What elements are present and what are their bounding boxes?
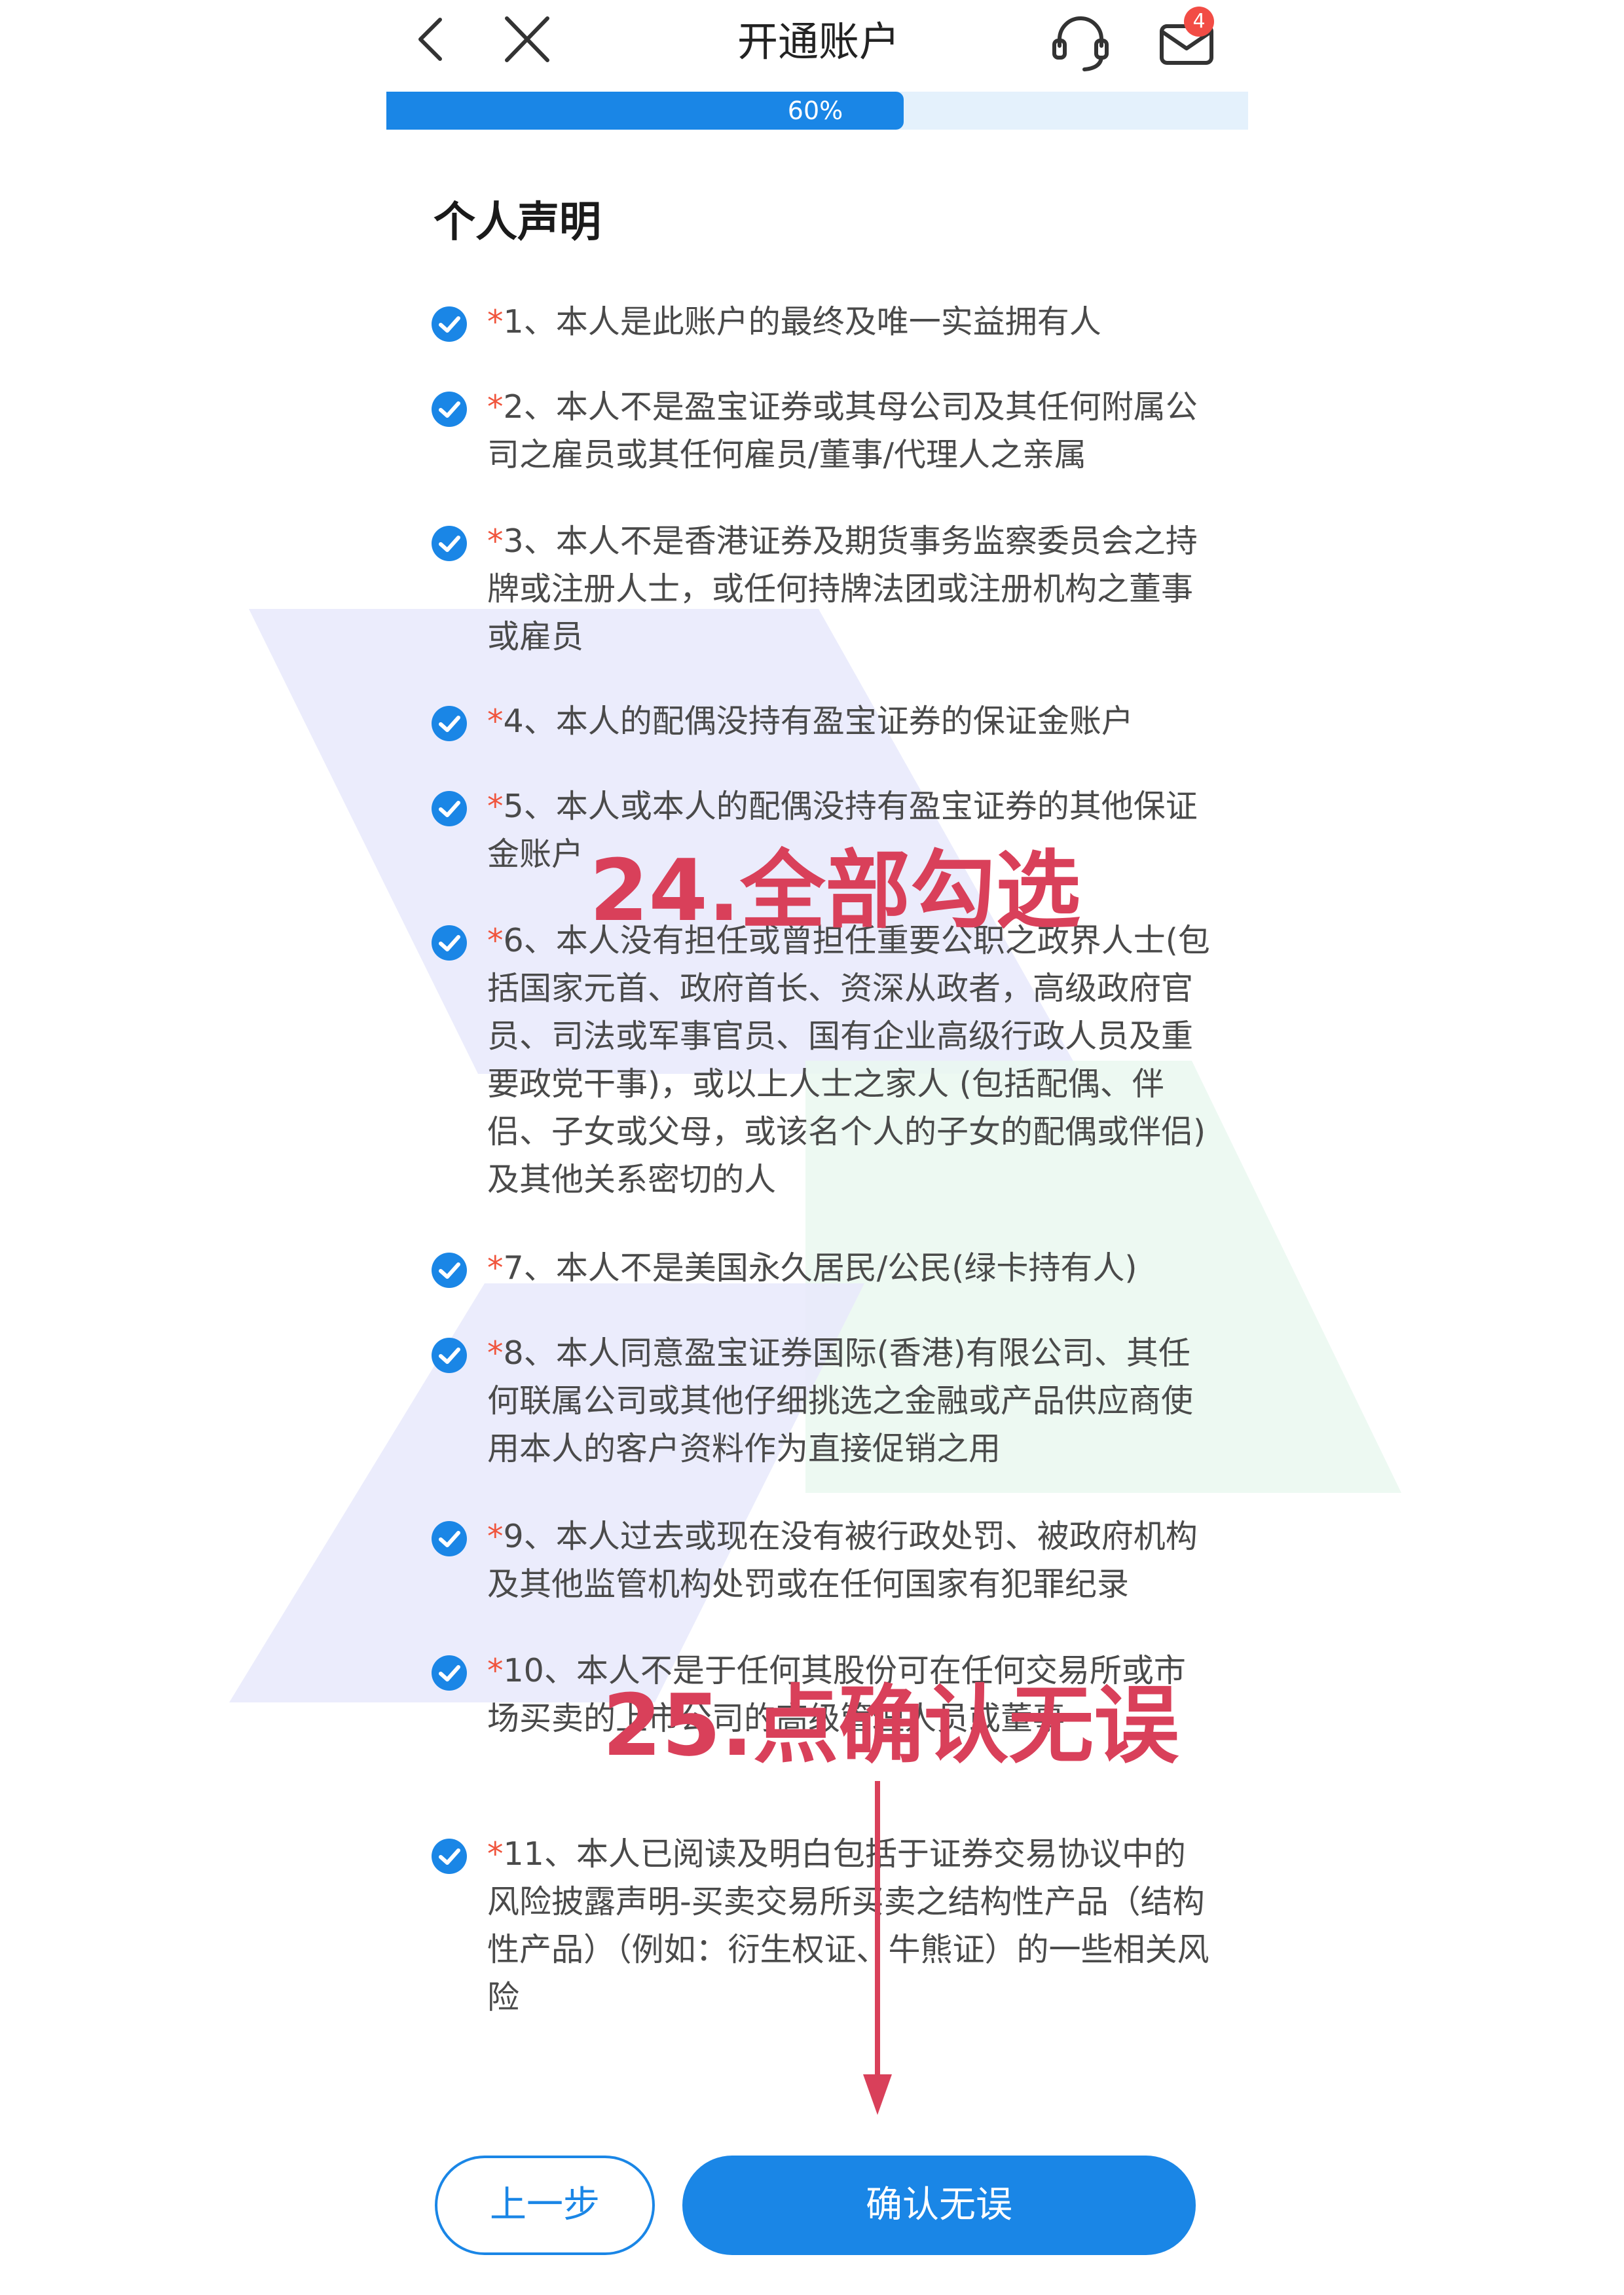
required-star: * xyxy=(487,388,504,426)
statement-body: 、本人的配偶没持有盈宝证券的保证金账户 xyxy=(523,703,1134,740)
statement-number: 9 xyxy=(503,1518,524,1555)
statement-number: 3 xyxy=(503,523,524,560)
statement-number: 7 xyxy=(503,1249,524,1287)
statement-number: 5 xyxy=(503,788,524,825)
statement-text: *6、本人没有担任或曾担任重要公职之政界人士(包括国家元首、政府首长、资深从政者… xyxy=(487,917,1214,1203)
notification-badge: 4 xyxy=(1184,7,1214,37)
required-star: * xyxy=(487,1835,504,1873)
statement-text: *4、本人的配偶没持有盈宝证券的保证金账户 xyxy=(487,697,1214,745)
required-star: * xyxy=(487,1518,504,1555)
statement-body: 、本人过去或现在没有被行政处罚、被政府机构及其他监管机构处罚或在任何国家有犯罪纪… xyxy=(487,1518,1198,1603)
statement-text: *2、本人不是盈宝证券或其母公司及其任何附属公司之雇员或其任何雇员/董事/代理人… xyxy=(487,383,1214,479)
previous-step-button[interactable]: 上一步 xyxy=(435,2156,655,2255)
statement-number: 1 xyxy=(503,303,524,340)
statement-body: 、本人不是盈宝证券或其母公司及其任何附属公司之雇员或其任何雇员/董事/代理人之亲… xyxy=(487,388,1198,473)
checkbox-checked-icon[interactable] xyxy=(431,525,468,562)
chevron-left-icon[interactable] xyxy=(406,13,458,65)
required-star: * xyxy=(487,1334,504,1372)
checkbox-checked-icon[interactable] xyxy=(431,1252,468,1289)
statement-number: 4 xyxy=(503,703,524,740)
statement-text: *1、本人是此账户的最终及唯一实益拥有人 xyxy=(487,298,1214,346)
checkbox-checked-icon[interactable] xyxy=(431,925,468,961)
page-title: 开通账户 xyxy=(737,18,900,65)
statement-body: 、本人同意盈宝证券国际(香港)有限公司、其任何联属公司或其他仔细挑选之金融或产品… xyxy=(487,1334,1194,1467)
statement-number: 8 xyxy=(503,1334,524,1372)
required-star: * xyxy=(487,1652,504,1689)
checkbox-checked-icon[interactable] xyxy=(431,1337,468,1374)
statement-number: 2 xyxy=(503,388,524,426)
checkbox-checked-icon[interactable] xyxy=(431,306,468,342)
required-star: * xyxy=(487,1249,504,1287)
required-star: * xyxy=(487,703,504,740)
statement-text: *7、本人不是美国永久居民/公民(绿卡持有人) xyxy=(487,1244,1214,1292)
confirm-button[interactable]: 确认无误 xyxy=(682,2156,1196,2255)
checkbox-checked-icon[interactable] xyxy=(431,705,468,742)
headset-icon[interactable] xyxy=(1048,9,1113,75)
progress-label: 60% xyxy=(787,96,843,125)
statement-text: *11、本人已阅读及明白包括于证券交易协议中的风险披露声明-买卖交易所买卖之结构… xyxy=(487,1830,1214,2021)
checkbox-checked-icon[interactable] xyxy=(431,790,468,827)
statement-text: *3、本人不是香港证券及期货事务监察委员会之持牌或注册人士，或任何持牌法团或注册… xyxy=(487,517,1214,661)
required-star: * xyxy=(487,303,504,340)
statement-number: 10 xyxy=(503,1652,544,1689)
statement-body: 、本人已阅读及明白包括于证券交易协议中的风险披露声明-买卖交易所买卖之结构性产品… xyxy=(487,1835,1209,2016)
statement-body: 、本人是此账户的最终及唯一实益拥有人 xyxy=(523,303,1101,340)
checkbox-checked-icon[interactable] xyxy=(431,1520,468,1557)
close-icon[interactable] xyxy=(498,13,557,65)
checkbox-checked-icon[interactable] xyxy=(431,1838,468,1875)
statement-body: 、本人不是香港证券及期货事务监察委员会之持牌或注册人士，或任何持牌法团或注册机构… xyxy=(487,523,1198,655)
required-star: * xyxy=(487,922,504,959)
checkbox-checked-icon[interactable] xyxy=(431,391,468,428)
arrow-down-icon xyxy=(863,1781,892,2115)
annotation-step-24: 24.全部勾选 xyxy=(589,841,1081,940)
statement-body: 、本人不是美国永久居民/公民(绿卡持有人) xyxy=(523,1249,1137,1287)
statement-text: *9、本人过去或现在没有被行政处罚、被政府机构及其他监管机构处罚或在任何国家有犯… xyxy=(487,1513,1214,1608)
annotation-step-25: 25.点确认无误 xyxy=(602,1676,1179,1775)
checkbox-checked-icon[interactable] xyxy=(431,1655,468,1691)
statement-number: 6 xyxy=(503,922,524,959)
statement-number: 11 xyxy=(503,1835,544,1873)
statement-body: 、本人没有担任或曾担任重要公职之政界人士(包括国家元首、政府首长、资深从政者，高… xyxy=(487,922,1210,1198)
required-star: * xyxy=(487,788,504,825)
section-title: 个人声明 xyxy=(434,198,601,247)
required-star: * xyxy=(487,523,504,560)
statement-text: *8、本人同意盈宝证券国际(香港)有限公司、其任何联属公司或其他仔细挑选之金融或… xyxy=(487,1329,1214,1473)
